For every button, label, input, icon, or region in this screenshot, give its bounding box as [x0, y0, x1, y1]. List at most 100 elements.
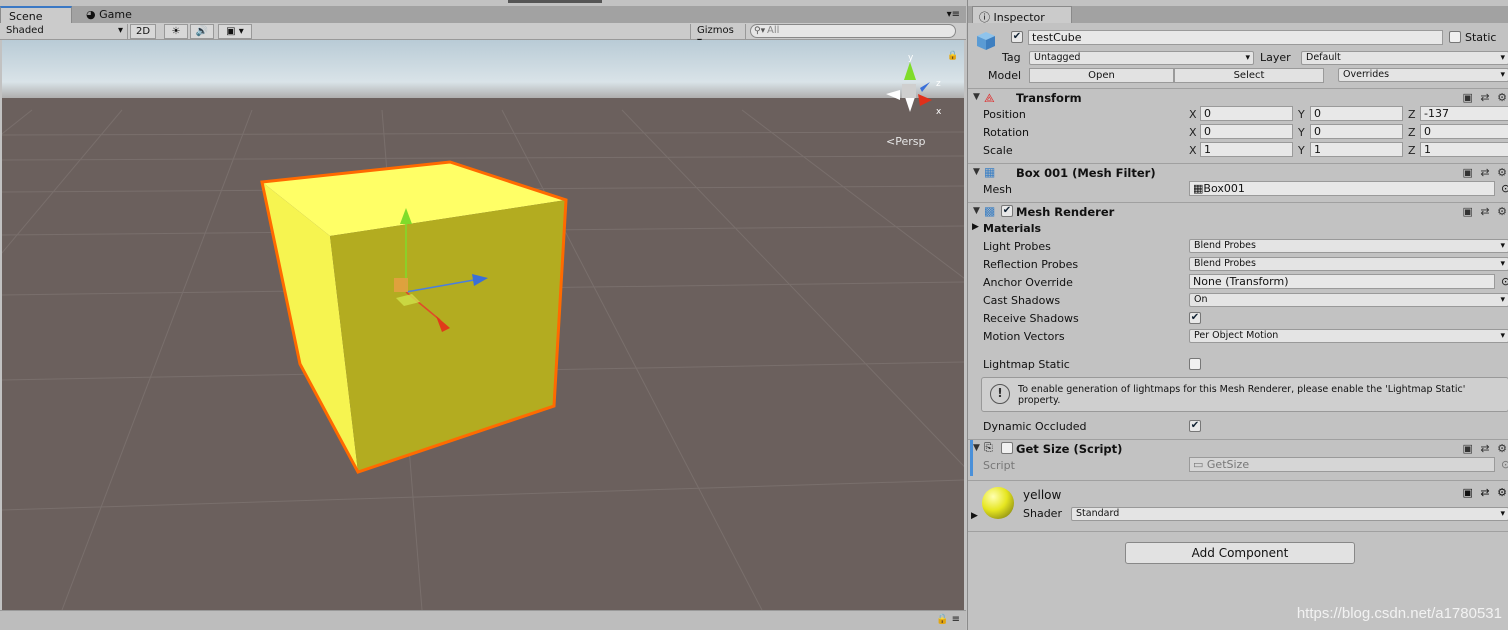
lock-icon[interactable]: 🔒 — [947, 50, 958, 61]
shading-mode-dropdown[interactable]: Shaded ▾ — [0, 24, 128, 39]
scene-panel: Scene ◕ Game ▾≡ Shaded ▾ 2D ☀ 🔊 ▣ ▾ Gizmo… — [0, 0, 966, 630]
script-object-field: ▭ GetSize — [1189, 457, 1495, 472]
svg-text:x: x — [936, 107, 942, 117]
reflection-probes-row: Reflection Probes Blend Probes — [968, 255, 1508, 273]
window-grab-handle[interactable] — [508, 0, 602, 3]
foldout-icon[interactable]: ▼ — [973, 92, 980, 102]
component-menu-icons[interactable]: ▣ ⇄ ⚙ — [1463, 442, 1508, 455]
mesh-filter-header[interactable]: ▼ ▦ Box 001 (Mesh Filter) ▣ ⇄ ⚙ — [968, 163, 1508, 181]
dynamic-occluded-checkbox[interactable]: ✔ — [1189, 420, 1201, 432]
persp-label[interactable]: <Persp — [886, 135, 925, 148]
cast-shadows-dropdown[interactable]: On — [1189, 293, 1508, 307]
mesh-row: Mesh ▦Box001 ⊙ — [968, 180, 1508, 198]
materials-row[interactable]: ▶ Materials — [968, 219, 1508, 237]
status-lock-icon[interactable]: 🔒 ≡ — [936, 614, 960, 625]
rotation-row: Rotation X0 Y0 Z0 — [968, 123, 1508, 141]
mesh-renderer-header[interactable]: ▼ ▩ ✔ Mesh Renderer ▣ ⇄ ⚙ — [968, 202, 1508, 220]
foldout-collapsed-icon[interactable]: ▶ — [972, 222, 979, 232]
search-icon: ⚲▾ — [754, 26, 766, 36]
foldout-icon[interactable]: ▼ — [973, 443, 980, 453]
mesh-renderer-enabled-checkbox[interactable]: ✔ — [1001, 205, 1013, 217]
transform-icon: ⟁ — [984, 91, 995, 105]
anchor-override-row: Anchor Override None (Transform) ⊙ — [968, 273, 1508, 291]
lighting-toggle-icon[interactable]: ☀ — [164, 24, 188, 39]
anchor-override-field[interactable]: None (Transform) — [1189, 274, 1495, 289]
static-label: Static — [1465, 31, 1497, 44]
inspector-panel: ⓘ Inspector ✔ testCube Static Tag Untagg… — [967, 0, 1508, 630]
motion-vectors-row: Motion Vectors Per Object Motion — [968, 327, 1508, 345]
foldout-collapsed-icon[interactable]: ▶ — [971, 511, 978, 521]
gameobject-cube-icon — [974, 30, 998, 52]
mesh-object-field[interactable]: ▦Box001 — [1189, 181, 1495, 196]
audio-toggle-icon[interactable]: 🔊 — [190, 24, 214, 39]
gizmos-dropdown[interactable]: Gizmos ▾ — [690, 24, 746, 47]
svg-text:z: z — [936, 79, 941, 89]
scene-tabbar: Scene ◕ Game ▾≡ — [0, 6, 966, 23]
foldout-icon[interactable]: ▼ — [973, 167, 980, 177]
scene-statusbar: 🔒 ≡ — [0, 610, 966, 630]
component-menu-icons[interactable]: ▣ ⇄ ⚙ — [1463, 205, 1508, 218]
tab-game[interactable]: ◕ Game — [78, 6, 148, 23]
shader-dropdown[interactable]: Standard — [1071, 507, 1508, 521]
lightmap-help-box: ! To enable generation of lightmaps for … — [981, 377, 1508, 412]
tab-scene[interactable]: Scene — [0, 6, 72, 23]
light-probes-dropdown[interactable]: Blend Probes — [1189, 239, 1508, 253]
effects-dropdown-icon[interactable]: ▣ ▾ — [218, 24, 252, 39]
tab-inspector[interactable]: ⓘ Inspector — [972, 6, 1072, 24]
object-picker-icon[interactable]: ⊙ — [1501, 182, 1508, 195]
info-icon: ⓘ — [979, 11, 990, 24]
model-label: Model — [988, 69, 1022, 82]
mode-2d-toggle[interactable]: 2D — [130, 24, 156, 39]
model-overrides-dropdown[interactable]: Overrides — [1338, 68, 1508, 82]
panel-menu-icon[interactable]: ▾≡ — [947, 9, 960, 20]
scale-y-field[interactable]: 1 — [1310, 142, 1403, 157]
material-menu-icons[interactable]: ▣ ⇄ ⚙ — [1463, 486, 1508, 499]
add-component-button[interactable]: Add Component — [1125, 542, 1355, 564]
transform-header[interactable]: ▼ ⟁ Transform ▣ ⇄ ⚙ — [968, 88, 1508, 106]
reflection-probes-dropdown[interactable]: Blend Probes — [1189, 257, 1508, 271]
mesh-icon: ▦ — [1193, 182, 1204, 195]
mesh-renderer-icon: ▩ — [984, 204, 996, 218]
rotation-z-field[interactable]: 0 — [1420, 124, 1508, 139]
scale-x-field[interactable]: 1 — [1200, 142, 1293, 157]
scene-render[interactable]: y z x 🔒 — [2, 40, 964, 610]
static-checkbox[interactable] — [1449, 31, 1461, 43]
object-picker-icon[interactable]: ⊙ — [1501, 275, 1508, 288]
object-name-input[interactable]: testCube — [1028, 30, 1443, 45]
rotation-y-field[interactable]: 0 — [1310, 124, 1403, 139]
active-checkbox[interactable]: ✔ — [1011, 31, 1023, 43]
svg-text:y: y — [908, 53, 914, 63]
material-preview-sphere[interactable] — [982, 487, 1014, 519]
get-size-enabled-checkbox[interactable] — [1001, 442, 1013, 454]
object-picker-icon: ⊙ — [1501, 458, 1508, 471]
script-file-icon: ▭ — [1193, 458, 1204, 471]
script-icon: ⎘ — [984, 441, 993, 454]
layer-label: Layer — [1260, 51, 1291, 64]
scale-row: Scale X1 Y1 Z1 — [968, 141, 1508, 159]
layer-dropdown[interactable]: Default — [1301, 51, 1508, 65]
position-y-field[interactable]: 0 — [1310, 106, 1403, 121]
watermark-text: https://blog.csdn.net/a1780531 — [1296, 605, 1502, 622]
foldout-icon[interactable]: ▼ — [973, 206, 980, 216]
model-select-button[interactable]: Select — [1174, 68, 1324, 83]
scene-viewport[interactable]: y z x 🔒 <Persp — [2, 40, 964, 610]
scale-z-field[interactable]: 1 — [1420, 142, 1508, 157]
scene-search-input[interactable]: ⚲▾ All — [750, 24, 956, 38]
tag-dropdown[interactable]: Untagged — [1029, 51, 1254, 65]
receive-shadows-checkbox[interactable]: ✔ — [1189, 312, 1201, 324]
lightmap-static-row: Lightmap Static — [968, 355, 1508, 373]
info-circle-icon: ! — [990, 384, 1010, 404]
help-text: To enable generation of lightmaps for th… — [1018, 384, 1466, 406]
component-menu-icons[interactable]: ▣ ⇄ ⚙ — [1463, 91, 1508, 104]
tag-label: Tag — [1002, 51, 1021, 64]
component-menu-icons[interactable]: ▣ ⇄ ⚙ — [1463, 166, 1508, 179]
position-row: Position X0 Y0 Z -137 — [968, 105, 1508, 123]
motion-vectors-dropdown[interactable]: Per Object Motion — [1189, 329, 1508, 343]
rotation-x-field[interactable]: 0 — [1200, 124, 1293, 139]
mesh-filter-icon: ▦ — [984, 165, 996, 179]
model-open-button[interactable]: Open — [1029, 68, 1174, 83]
lightmap-static-checkbox[interactable] — [1189, 358, 1201, 370]
position-z-field[interactable]: -137 — [1420, 106, 1508, 121]
position-x-field[interactable]: 0 — [1200, 106, 1293, 121]
get-size-header[interactable]: ▼ ⎘ Get Size (Script) ▣ ⇄ ⚙ — [968, 439, 1508, 457]
